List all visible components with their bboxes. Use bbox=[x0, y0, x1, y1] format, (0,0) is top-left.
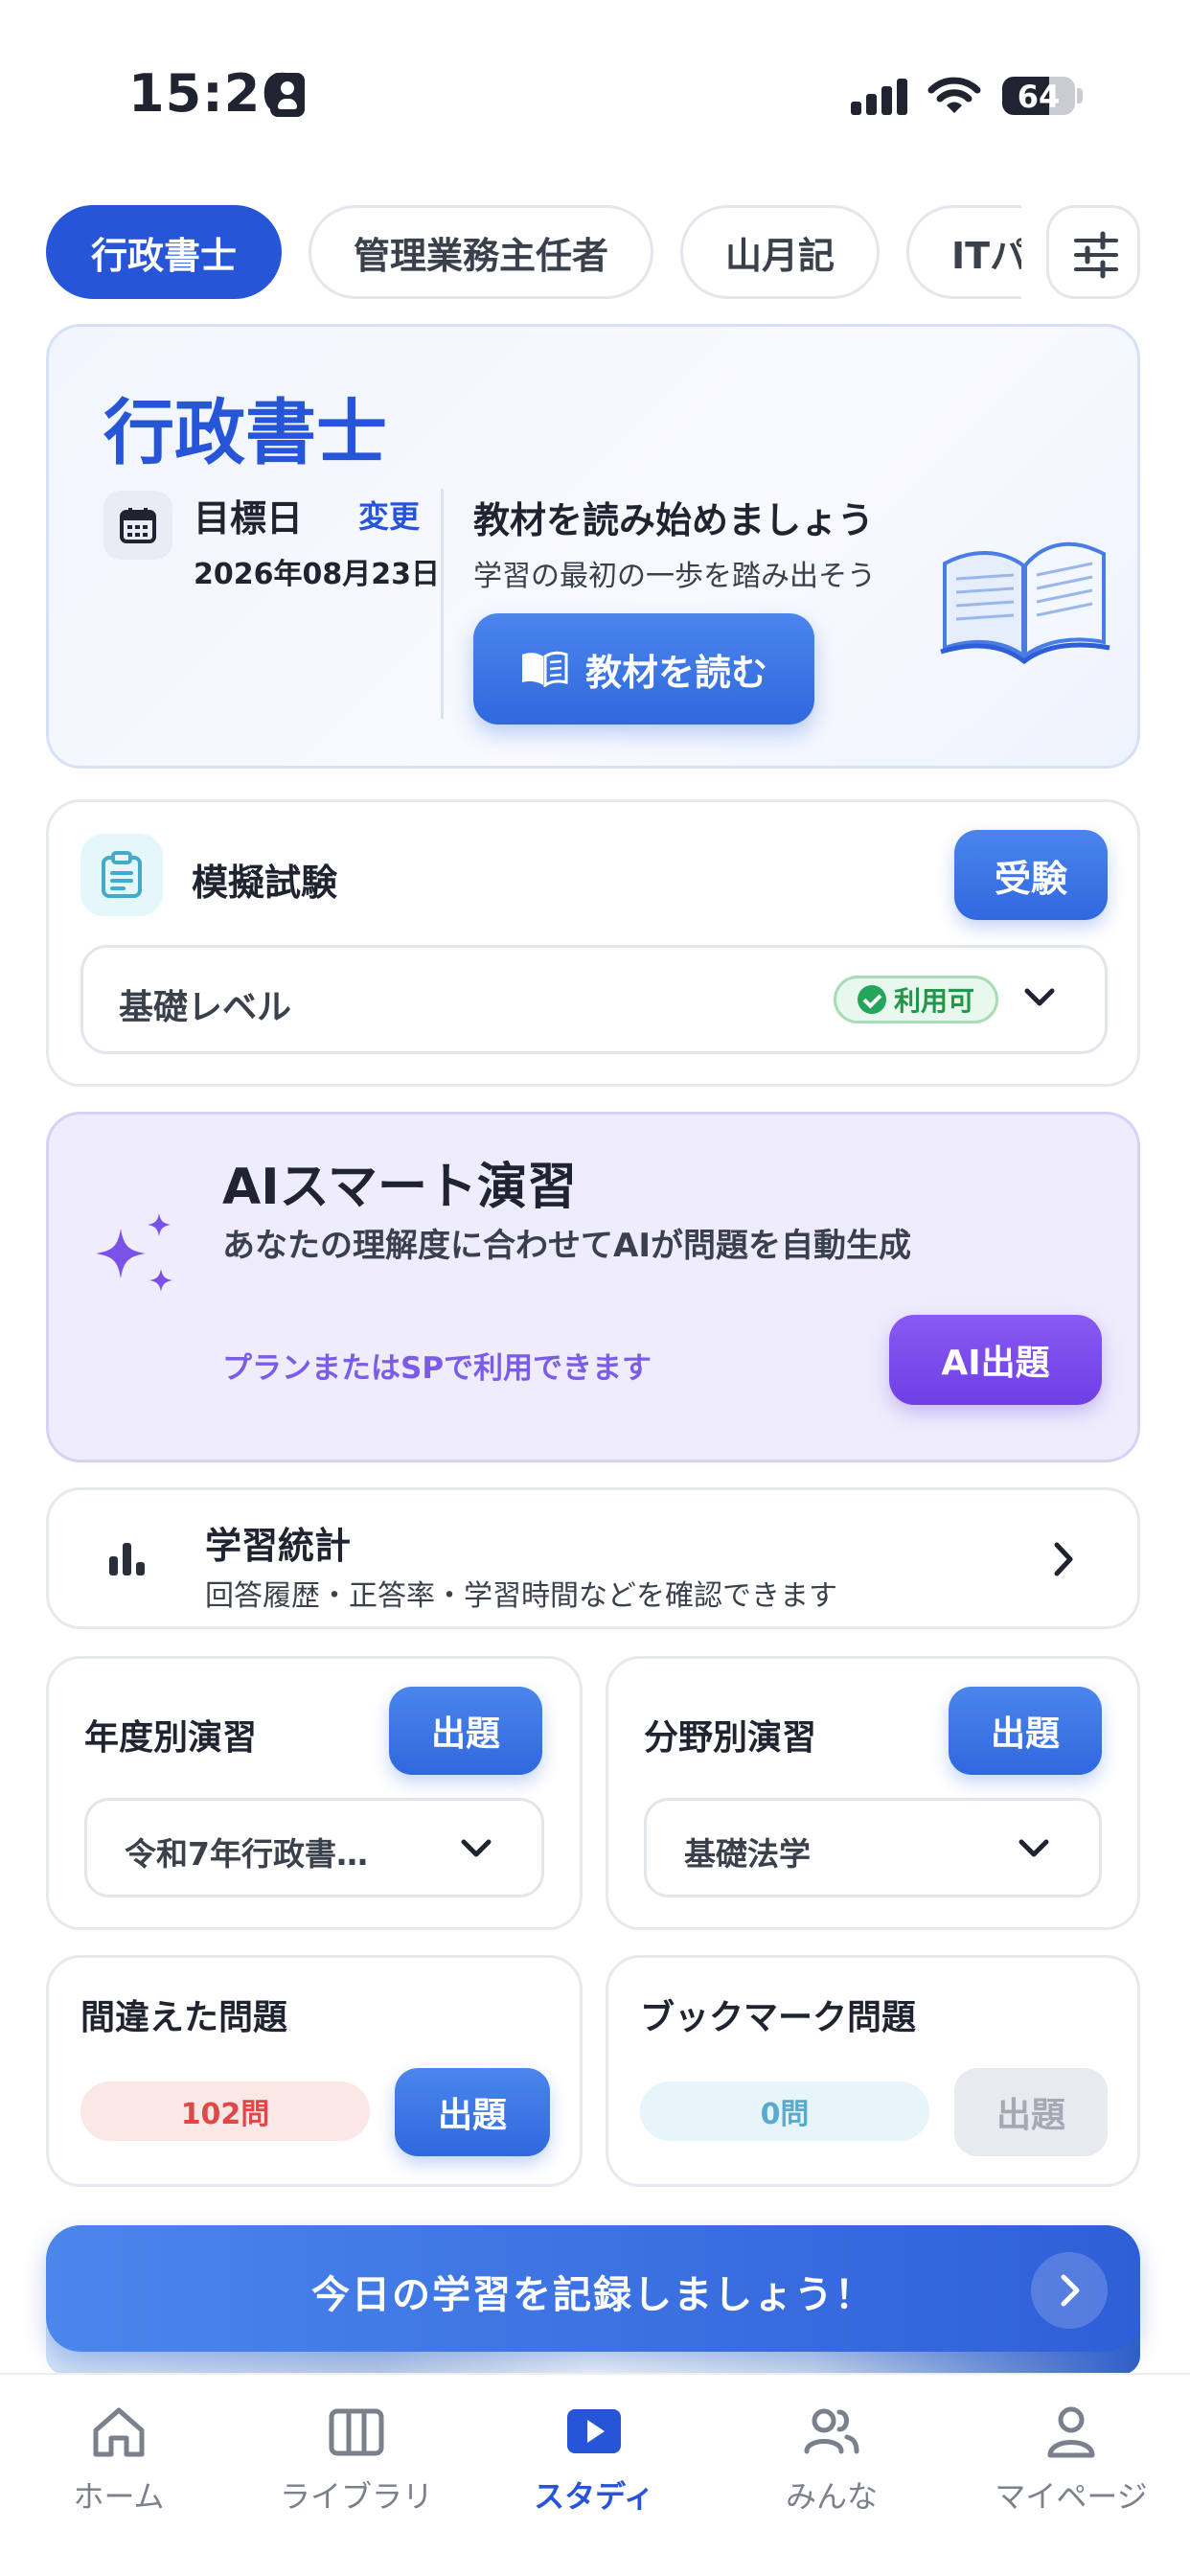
record-study-arrow[interactable] bbox=[1031, 2252, 1108, 2329]
person-icon bbox=[1047, 2406, 1095, 2458]
tab-sangetsuki[interactable]: 山月記 bbox=[680, 205, 881, 299]
tab-it-passport[interactable]: ITパ bbox=[906, 205, 1021, 299]
yearly-practice-title: 年度別演習 bbox=[84, 1718, 258, 1758]
record-study-text: 今日の学習を記録しましょう！ bbox=[311, 2273, 875, 2317]
home-icon bbox=[93, 2407, 145, 2457]
year-select-value: 令和7年行政書… bbox=[125, 1835, 368, 1873]
book-icon bbox=[521, 651, 568, 687]
tabbar-mypage[interactable]: マイページ bbox=[952, 2405, 1190, 2517]
hero-divider bbox=[441, 489, 444, 719]
tabbar-study[interactable]: スタディ bbox=[475, 2405, 713, 2517]
read-material-button[interactable]: 教材を読む bbox=[473, 613, 814, 724]
tabbar-library-label: ライブラリ bbox=[279, 2478, 433, 2515]
tabbar-community[interactable]: みんな bbox=[713, 2405, 950, 2517]
available-badge-label: 利用可 bbox=[893, 985, 974, 1017]
battery-icon: 64 bbox=[1002, 77, 1075, 115]
read-material-label: 教材を読む bbox=[584, 651, 767, 694]
subject-title: 行政書士 bbox=[103, 392, 387, 474]
filter-button[interactable] bbox=[1046, 205, 1140, 299]
clipboard-icon-box bbox=[80, 834, 163, 916]
target-date-label: 目標日 bbox=[194, 497, 304, 540]
bookmark-questions-title: ブックマーク問題 bbox=[640, 1998, 917, 2037]
bookmark-count-badge: 0問 bbox=[640, 2082, 929, 2141]
field-practice-button[interactable]: 出題 bbox=[949, 1687, 1102, 1775]
stats-subtitle: 回答履歴・正答率・学習時間などを確認できます bbox=[205, 1579, 837, 1613]
clipboard-icon bbox=[102, 851, 142, 898]
chevron-right-icon bbox=[1054, 1542, 1073, 1576]
change-target-date-link[interactable]: 変更 bbox=[358, 493, 420, 537]
wrong-questions-button[interactable]: 出題 bbox=[395, 2068, 550, 2156]
library-icon bbox=[329, 2408, 384, 2456]
check-circle-icon bbox=[857, 985, 886, 1014]
wrong-questions-title: 間違えた問題 bbox=[80, 1998, 288, 2037]
bookmark-questions-button[interactable]: 出題 bbox=[954, 2068, 1108, 2156]
ai-practice-subtitle: あなたの理解度に合わせてAIが問題を自動生成 bbox=[222, 1227, 911, 1265]
bar-chart-icon bbox=[109, 1543, 145, 1576]
target-date-value: 2026年08月23日 bbox=[194, 558, 440, 591]
chevron-down-icon bbox=[1018, 1839, 1049, 1857]
tab-kanri-gyomu[interactable]: 管理業務主任者 bbox=[309, 205, 654, 299]
tabbar-home[interactable]: ホーム bbox=[0, 2405, 238, 2517]
chevron-right-icon bbox=[1061, 2274, 1080, 2307]
ai-generate-button[interactable]: AI出題 bbox=[889, 1315, 1102, 1405]
tabbar-home-label: ホーム bbox=[73, 2478, 165, 2515]
ai-practice-title: AIスマート演習 bbox=[222, 1159, 578, 1216]
sparkle-icon bbox=[96, 1213, 172, 1292]
cellular-signal-icon bbox=[851, 79, 908, 115]
tab-gyoseishoshi[interactable]: 行政書士 bbox=[46, 205, 283, 299]
battery-percent: 64 bbox=[1017, 79, 1061, 115]
field-select-value: 基礎法学 bbox=[684, 1835, 811, 1873]
yearly-practice-button[interactable]: 出題 bbox=[389, 1687, 542, 1775]
play-icon bbox=[567, 2409, 621, 2453]
ai-practice-card bbox=[46, 1112, 1140, 1462]
tabbar-study-label: スタディ bbox=[534, 2478, 654, 2515]
available-badge: 利用可 bbox=[834, 976, 998, 1024]
open-book-illustration bbox=[940, 541, 1110, 665]
ai-plan-note: プランまたはSPで利用できます bbox=[222, 1351, 652, 1386]
tabbar-library[interactable]: ライブラリ bbox=[238, 2405, 475, 2517]
mock-exam-title: 模擬試験 bbox=[192, 862, 338, 904]
wifi-icon bbox=[927, 77, 981, 113]
orientation-lock-icon bbox=[270, 73, 305, 117]
take-exam-button[interactable]: 受験 bbox=[954, 830, 1108, 920]
chevron-down-icon bbox=[1024, 988, 1055, 1006]
wrong-count-badge: 102問 bbox=[80, 2082, 370, 2141]
calendar-icon bbox=[120, 508, 156, 543]
hero-subtext: 学習の最初の一歩を踏み出そう bbox=[473, 560, 876, 593]
people-icon bbox=[804, 2408, 859, 2454]
battery-tip bbox=[1077, 88, 1083, 104]
chevron-down-icon bbox=[461, 1839, 492, 1857]
stats-title: 学習統計 bbox=[205, 1525, 352, 1567]
calendar-icon-box bbox=[103, 491, 172, 560]
tabbar-community-label: みんな bbox=[785, 2478, 878, 2515]
hero-heading: 教材を読み始めましょう bbox=[473, 499, 875, 541]
field-practice-title: 分野別演習 bbox=[644, 1718, 817, 1758]
subject-tabs: 行政書士 管理業務主任者 山月記 ITパ bbox=[46, 205, 1021, 301]
exam-level-value: 基礎レベル bbox=[119, 988, 292, 1027]
tabbar-mypage-label: マイページ bbox=[995, 2478, 1148, 2515]
sliders-icon bbox=[1074, 231, 1118, 279]
